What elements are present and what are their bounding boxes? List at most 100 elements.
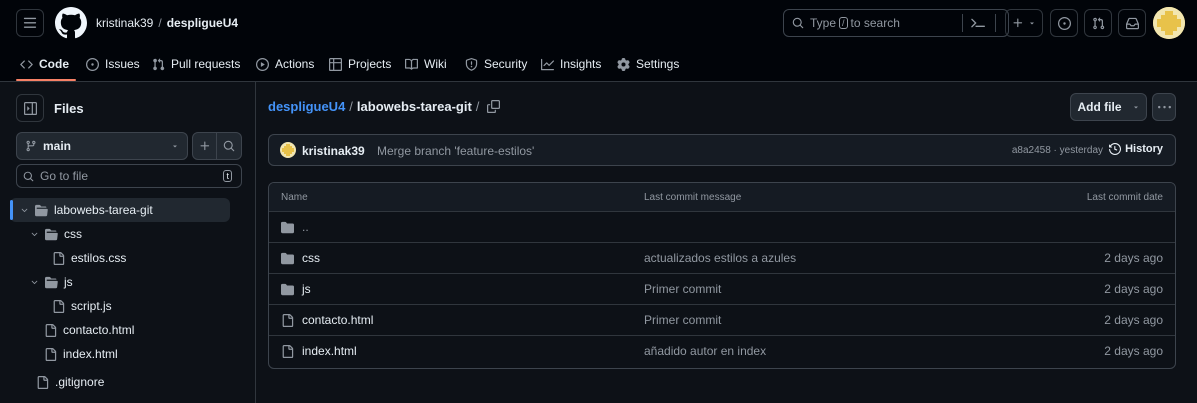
repo-link[interactable]: despligueU4 — [167, 16, 238, 30]
breadcrumb-trailing-separator: / — [475, 99, 480, 114]
tab-label: Pull requests — [171, 57, 241, 71]
row-commit-message[interactable]: añadido autor en index — [644, 344, 766, 358]
tree-item-script-js[interactable]: script.js — [52, 294, 112, 318]
row-name[interactable]: index.html — [302, 344, 357, 358]
copy-icon[interactable] — [487, 100, 501, 113]
github-logo-link[interactable] — [55, 7, 87, 39]
search-prefix: Type — [810, 16, 837, 30]
breadcrumb-separator: / — [349, 99, 353, 114]
commit-hash-time[interactable]: a8a2458 · yesterday — [1012, 145, 1103, 156]
search-divider — [962, 14, 963, 32]
graph-icon — [541, 58, 554, 71]
chevron-down-icon — [30, 278, 39, 287]
table-row[interactable]: js Primer commit 2 days ago — [269, 273, 1175, 304]
tree-item-label: index.html — [63, 347, 118, 361]
commit-message[interactable]: Merge branch 'feature-estilos' — [377, 144, 534, 158]
row-commit-message[interactable]: Primer commit — [644, 282, 721, 296]
file-icon — [52, 251, 65, 265]
inbox-icon — [1125, 17, 1139, 30]
tab-actions[interactable]: Actions — [256, 52, 314, 76]
row-name[interactable]: js — [302, 282, 311, 296]
tree-item-contacto-html[interactable]: contacto.html — [44, 318, 134, 342]
tab-security[interactable]: Security — [465, 52, 527, 76]
inbox-button[interactable] — [1118, 9, 1146, 37]
row-commit-message[interactable]: actualizados estilos a azules — [644, 251, 796, 265]
go-to-file-shortcut: t — [223, 170, 232, 182]
branch-selector[interactable]: main — [16, 132, 188, 160]
tab-issues[interactable]: Issues — [86, 52, 140, 76]
issue-opened-icon — [1057, 16, 1071, 30]
latest-commit-bar: kristinak39 Merge branch 'feature-estilo… — [268, 134, 1176, 166]
tab-label: Settings — [636, 57, 680, 71]
table-row[interactable]: contacto.html Primer commit 2 days ago — [269, 304, 1175, 335]
row-commit-date: 2 days ago — [1104, 282, 1163, 296]
tree-item-gitignore[interactable]: .gitignore — [36, 370, 104, 394]
caret-down-icon — [171, 142, 179, 150]
tree-item-labowebs-tarea-git[interactable]: labowebs-tarea-git — [20, 198, 153, 222]
header-divider — [995, 14, 996, 32]
table-header: Name Last commit message Last commit dat… — [269, 183, 1175, 211]
issues-button[interactable] — [1050, 9, 1078, 37]
tab-wiki[interactable]: Wiki — [405, 52, 447, 76]
branch-icon — [25, 140, 37, 152]
tab-code[interactable]: Code — [20, 52, 69, 76]
caret-down-icon — [1028, 19, 1036, 27]
go-to-file-input[interactable]: Go to file t — [16, 164, 242, 188]
row-commit-message[interactable]: Primer commit — [644, 313, 721, 327]
collapse-sidebar-button[interactable] — [16, 94, 44, 122]
search-tree-button[interactable] — [217, 133, 241, 159]
commit-author-avatar[interactable] — [280, 142, 296, 158]
table-row[interactable]: index.html añadido autor en index 2 days… — [269, 335, 1175, 366]
owner-link[interactable]: kristinak39 — [96, 16, 153, 30]
add-file-button[interactable]: Add file — [1070, 93, 1147, 121]
sidebar-collapse-icon — [23, 101, 37, 115]
column-header-name: Name — [281, 192, 308, 203]
tab-settings[interactable]: Settings — [617, 52, 679, 76]
tree-item-estilos-css[interactable]: estilos.css — [52, 246, 126, 270]
go-to-file-placeholder: Go to file — [40, 169, 89, 183]
breadcrumb: despligueU4 / labowebs-tarea-git / — [268, 99, 501, 114]
row-name[interactable]: .. — [302, 220, 309, 234]
tab-pull-requests[interactable]: Pull requests — [152, 52, 240, 76]
avatar[interactable] — [1153, 7, 1185, 39]
add-file-tree-button[interactable] — [193, 133, 217, 159]
command-palette-button[interactable] — [967, 14, 989, 32]
tree-item-css[interactable]: css — [30, 222, 82, 246]
tab-insights[interactable]: Insights — [541, 52, 601, 76]
search-icon — [792, 17, 804, 29]
code-icon — [20, 58, 33, 71]
file-tree-sidebar: Files main Go to file t labowebs-tarea-g… — [0, 82, 256, 403]
history-button[interactable]: History — [1109, 143, 1163, 155]
more-options-button[interactable] — [1152, 93, 1176, 121]
tab-label: Insights — [560, 57, 602, 71]
row-name-cell: js — [281, 282, 311, 296]
search-icon — [223, 140, 235, 152]
tab-label: Security — [484, 57, 528, 71]
row-name[interactable]: contacto.html — [302, 313, 373, 327]
tree-item-label: .gitignore — [55, 375, 105, 389]
commit-author[interactable]: kristinak39 — [302, 144, 365, 158]
pull-requests-button[interactable] — [1084, 9, 1112, 37]
row-commit-date: 2 days ago — [1104, 313, 1163, 327]
tree-item-js[interactable]: js — [30, 270, 73, 294]
table-row[interactable]: css actualizados estilos a azules 2 days… — [269, 242, 1175, 273]
issue-opened-icon — [86, 57, 99, 71]
tree-item-index-html[interactable]: index.html — [44, 342, 118, 366]
branch-name: main — [43, 139, 72, 153]
menu-button[interactable] — [16, 9, 44, 37]
tab-label: Actions — [275, 57, 315, 71]
file-icon — [281, 344, 294, 358]
table-row[interactable]: .. — [269, 211, 1175, 242]
tree-item-label: js — [64, 275, 73, 289]
chevron-down-icon — [30, 230, 39, 239]
folder-open-icon — [35, 204, 48, 217]
column-header-date: Last commit date — [1086, 192, 1163, 203]
breadcrumb-repo-link[interactable]: despligueU4 — [268, 99, 345, 114]
tab-projects[interactable]: Projects — [329, 52, 391, 76]
row-name[interactable]: css — [302, 251, 320, 265]
folder-icon — [281, 252, 294, 265]
create-new-button[interactable] — [1005, 9, 1043, 37]
context-separator: / — [158, 16, 162, 30]
tree-item-label: css — [64, 227, 82, 241]
file-icon — [52, 299, 65, 313]
